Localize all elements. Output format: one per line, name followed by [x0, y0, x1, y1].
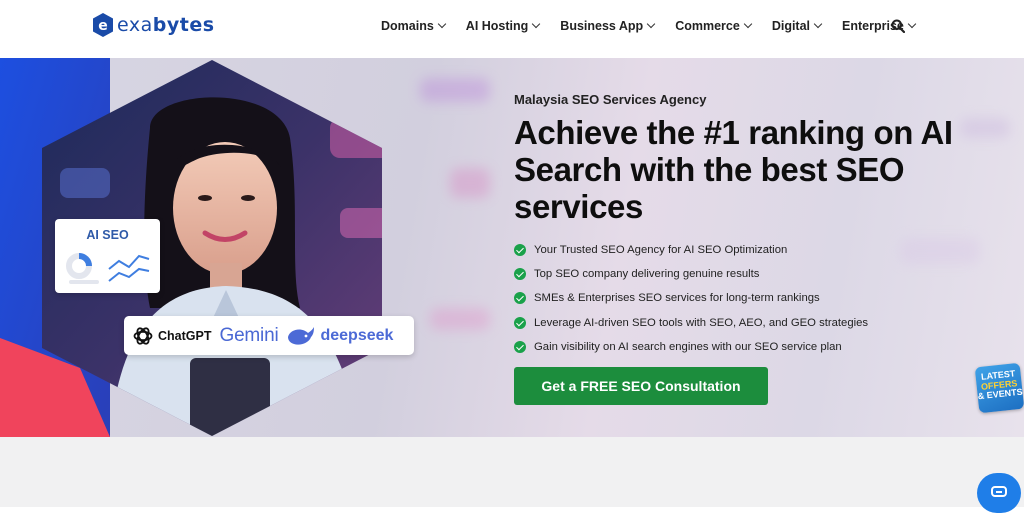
feature-list: Your Trusted SEO Agency for AI SEO Optim… [514, 238, 954, 359]
svg-text:e: e [98, 18, 108, 34]
free-seo-consultation-button[interactable]: Get a FREE SEO Consultation [514, 367, 768, 405]
chat-widget-button[interactable] [977, 473, 1021, 513]
chevron-down-icon [646, 19, 656, 29]
list-item: Leverage AI-driven SEO tools with SEO, A… [514, 311, 954, 335]
deepseek-brand: deepseek [286, 325, 393, 347]
whale-icon [288, 326, 315, 345]
list-item: SMEs & Enterprises SEO services for long… [514, 286, 954, 310]
check-circle-icon [514, 292, 526, 305]
chatgpt-brand: ChatGPT [132, 325, 211, 347]
check-circle-icon [514, 244, 526, 257]
main-menu: Domains AI Hosting Business App Commerce… [381, 19, 936, 33]
openai-icon [133, 326, 153, 345]
ai-seo-card-title: AI SEO [86, 228, 129, 242]
check-circle-icon [514, 340, 526, 353]
logo-hexagon-icon: e [93, 13, 113, 37]
ai-brands-strip: ChatGPT Gemini deepseek [124, 316, 414, 355]
menu-digital[interactable]: Digital [772, 19, 823, 33]
menu-domains[interactable]: Domains [381, 19, 447, 33]
chevron-down-icon [437, 19, 447, 29]
ai-seo-card: AI SEO [55, 219, 160, 293]
bokeh-light [960, 118, 1010, 138]
latest-offers-badge[interactable]: LATEST OFFERS & EVENTS [974, 362, 1024, 414]
exabytes-logo[interactable]: e exabytes [92, 12, 215, 38]
hero-eyebrow: Malaysia SEO Services Agency [514, 92, 707, 107]
check-circle-icon [514, 268, 526, 281]
check-circle-icon [514, 316, 526, 329]
gemini-brand: Gemini [219, 324, 279, 346]
hero-headline: Achieve the #1 ranking on AI Search with… [514, 114, 953, 225]
menu-business-app[interactable]: Business App [560, 19, 656, 33]
donut-chart-icon [66, 253, 150, 284]
below-hero-section [0, 437, 1024, 507]
menu-commerce[interactable]: Commerce [675, 19, 753, 33]
search-icon[interactable] [891, 19, 905, 33]
list-item: Top SEO company delivering genuine resul… [514, 262, 954, 286]
chevron-down-icon [907, 19, 917, 29]
chevron-down-icon [532, 19, 541, 29]
list-item: Gain visibility on AI search engines wit… [514, 335, 954, 359]
list-item: Your Trusted SEO Agency for AI SEO Optim… [514, 238, 954, 262]
menu-ai-hosting[interactable]: AI Hosting [466, 19, 541, 33]
chat-icon [991, 486, 1007, 497]
logo-wordmark: exabytes [117, 14, 215, 36]
chevron-down-icon [743, 19, 753, 29]
chevron-down-icon [813, 19, 823, 29]
hero-content: Malaysia SEO Services Agency Achieve the… [514, 92, 954, 359]
top-navbar: e exabytes Domains AI Hosting Business A… [0, 0, 1024, 58]
